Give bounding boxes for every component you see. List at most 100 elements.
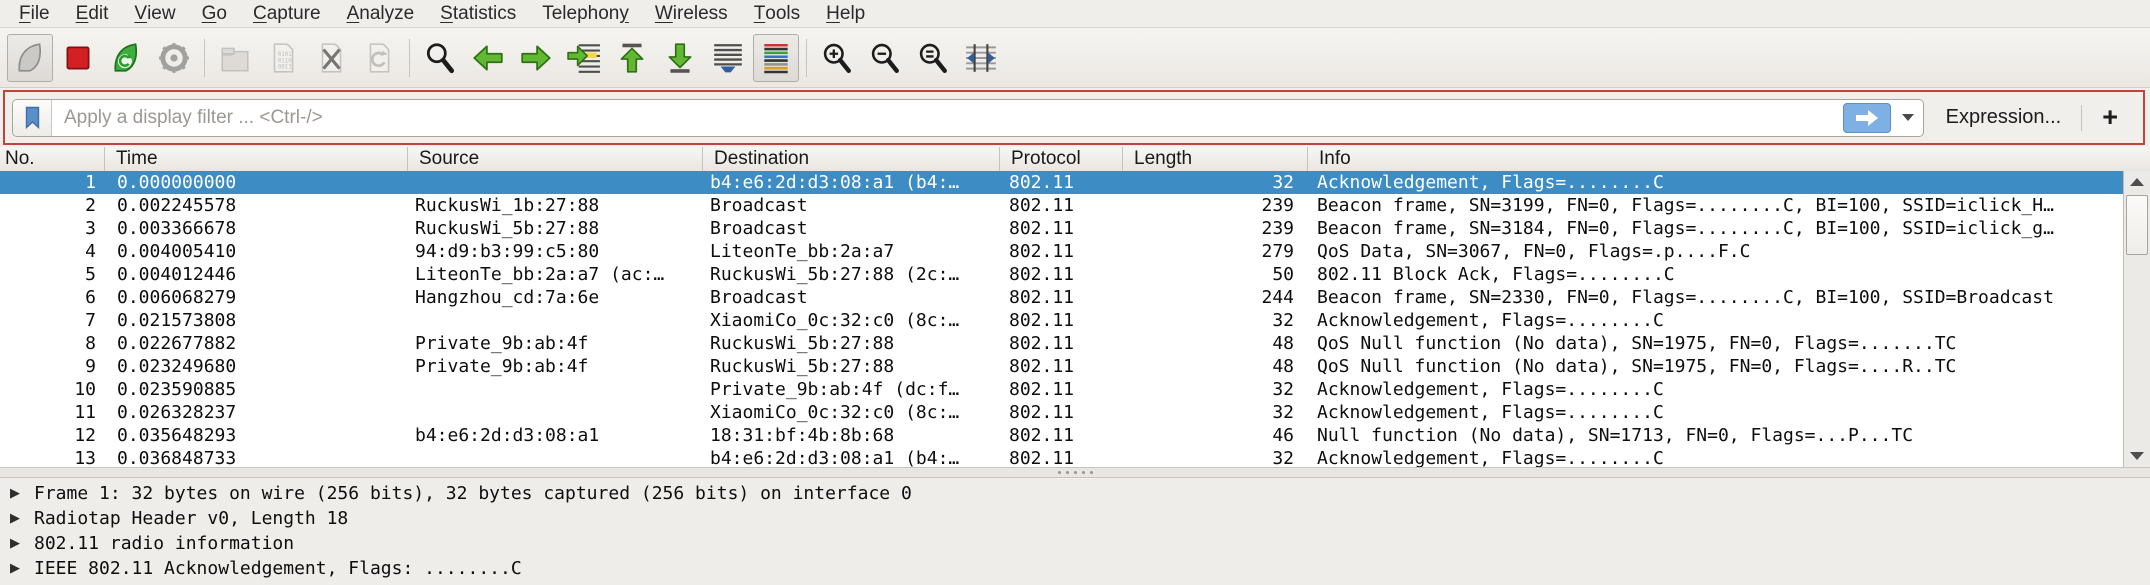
cell-info: QoS Data, SN=3067, FN=0, Flags=.p....F.C [1308, 240, 2123, 263]
capture-options-button[interactable] [151, 34, 197, 82]
table-row[interactable]: 80.022677882Private_9b:ab:4fRuckusWi_5b:… [0, 332, 2123, 355]
menu-edit[interactable]: Edit [63, 0, 122, 27]
menu-wireless[interactable]: Wireless [642, 0, 741, 27]
menu-view[interactable]: View [121, 0, 188, 27]
cell-info: Acknowledgement, Flags=........C [1308, 309, 2123, 332]
cell-protocol: 802.11 [1000, 263, 1123, 286]
table-row[interactable]: 70.021573808XiaomiCo_0c:32:c0 (8c:…802.1… [0, 309, 2123, 332]
zoom-in-button[interactable] [814, 34, 860, 82]
cell-info: Acknowledgement, Flags=........C [1308, 378, 2123, 401]
filter-placeholder[interactable]: Apply a display filter ... <Ctrl-/> [64, 107, 1843, 129]
column-header-source[interactable]: Source [408, 147, 703, 171]
close-file-button [308, 34, 354, 82]
detail-tree-item[interactable]: ▶Frame 1: 32 bytes on wire (256 bits), 3… [0, 481, 2150, 506]
detail-tree-item[interactable]: ▶802.11 radio information [0, 531, 2150, 556]
restart-capture-button[interactable] [103, 34, 149, 82]
expression-button[interactable]: Expression... [1924, 106, 2082, 129]
scrollbar-up-button[interactable] [2124, 171, 2150, 193]
cell-length: 239 [1123, 217, 1308, 240]
cell-destination: Broadcast [703, 194, 1000, 217]
cell-protocol: 802.11 [1000, 355, 1123, 378]
menu-bar: FileEditViewGoCaptureAnalyzeStatisticsTe… [0, 0, 2150, 28]
cell-protocol: 802.11 [1000, 171, 1123, 194]
menu-telephony[interactable]: Telephony [529, 0, 642, 27]
column-header-info[interactable]: Info [1308, 147, 2150, 171]
table-row[interactable]: 60.006068279Hangzhou_cd:7a:6eBroadcast80… [0, 286, 2123, 309]
table-row[interactable]: 110.026328237XiaomiCo_0c:32:c0 (8c:…802.… [0, 401, 2123, 424]
column-header-time[interactable]: Time [105, 147, 408, 171]
expand-arrow-icon[interactable]: ▶ [10, 561, 34, 576]
start-capture-button[interactable] [7, 34, 53, 82]
menu-statistics[interactable]: Statistics [427, 0, 529, 27]
main-toolbar: 0101 0110 0011 [0, 28, 2150, 88]
cell-no: 7 [0, 309, 105, 332]
menu-go[interactable]: Go [189, 0, 240, 27]
cell-length: 279 [1123, 240, 1308, 263]
cell-protocol: 802.11 [1000, 286, 1123, 309]
scrollbar-thumb[interactable] [2126, 195, 2148, 255]
apply-filter-button[interactable] [1843, 103, 1891, 133]
table-row[interactable]: 90.023249680Private_9b:ab:4fRuckusWi_5b:… [0, 355, 2123, 378]
cell-length: 32 [1123, 309, 1308, 332]
table-row[interactable]: 40.00400541094:d9:b3:99:c5:80LiteonTe_bb… [0, 240, 2123, 263]
column-header-length[interactable]: Length [1123, 147, 1308, 171]
filter-bookmark-button[interactable] [13, 100, 52, 136]
cell-length: 46 [1123, 424, 1308, 447]
table-row[interactable]: 10.000000000b4:e6:2d:d3:08:a1 (b4:…802.1… [0, 171, 2123, 194]
menu-tools[interactable]: Tools [741, 0, 813, 27]
previous-packet-button[interactable] [465, 34, 511, 82]
cell-time: 0.004012446 [105, 263, 408, 286]
expand-arrow-icon[interactable]: ▶ [10, 511, 34, 526]
zoom-out-button[interactable] [862, 34, 908, 82]
cell-info: Acknowledgement, Flags=........C [1308, 171, 2123, 194]
table-row[interactable]: 20.002245578RuckusWi_1b:27:88Broadcast80… [0, 194, 2123, 217]
table-row[interactable]: 130.036848733b4:e6:2d:d3:08:a1 (b4:…802.… [0, 447, 2123, 467]
zoom-reset-button[interactable] [910, 34, 956, 82]
auto-scroll-button[interactable] [705, 34, 751, 82]
cell-length: 48 [1123, 332, 1308, 355]
first-packet-button[interactable] [609, 34, 655, 82]
cell-destination: RuckusWi_5b:27:88 [703, 355, 1000, 378]
splitter-handle-icon [1082, 471, 1085, 474]
cell-time: 0.035648293 [105, 424, 408, 447]
search-icon [423, 41, 457, 75]
pane-splitter[interactable] [0, 467, 2150, 478]
resize-columns-button[interactable] [958, 34, 1004, 82]
cell-length: 50 [1123, 263, 1308, 286]
toolbar-separator [806, 39, 807, 77]
zoom-out-icon [868, 41, 902, 75]
detail-tree-item[interactable]: ▶Radiotap Header v0, Length 18 [0, 506, 2150, 531]
last-packet-button[interactable] [657, 34, 703, 82]
display-filter-input[interactable]: Apply a display filter ... <Ctrl-/> [12, 99, 1924, 137]
colorize-packets-button[interactable] [753, 34, 799, 82]
menu-help[interactable]: Help [813, 0, 878, 27]
column-header-protocol[interactable]: Protocol [1000, 147, 1123, 171]
cell-protocol: 802.11 [1000, 240, 1123, 263]
scrollbar-down-button[interactable] [2124, 445, 2150, 467]
add-filter-button[interactable]: + [2082, 102, 2138, 133]
column-header-destination[interactable]: Destination [703, 147, 1000, 171]
cell-destination: LiteonTe_bb:2a:a7 [703, 240, 1000, 263]
table-row[interactable]: 30.003366678RuckusWi_5b:27:88Broadcast80… [0, 217, 2123, 240]
menu-file[interactable]: File [6, 0, 63, 27]
go-to-packet-button[interactable] [561, 34, 607, 82]
cell-info: Null function (No data), SN=1713, FN=0, … [1308, 424, 2123, 447]
detail-item-label: Radiotap Header v0, Length 18 [34, 508, 348, 529]
column-header-no[interactable]: No. [0, 147, 105, 171]
table-row[interactable]: 100.023590885Private_9b:ab:4f (dc:f…802.… [0, 378, 2123, 401]
scroll-down-icon [2130, 452, 2144, 460]
expand-arrow-icon[interactable]: ▶ [10, 486, 34, 501]
menu-analyze[interactable]: Analyze [334, 0, 428, 27]
table-row[interactable]: 120.035648293b4:e6:2d:d3:08:a118:31:bf:4… [0, 424, 2123, 447]
find-packet-button[interactable] [417, 34, 463, 82]
cell-protocol: 802.11 [1000, 401, 1123, 424]
menu-capture[interactable]: Capture [240, 0, 334, 27]
expand-arrow-icon[interactable]: ▶ [10, 536, 34, 551]
table-row[interactable]: 50.004012446LiteonTe_bb:2a:a7 (ac:…Rucku… [0, 263, 2123, 286]
detail-tree-item[interactable]: ▶IEEE 802.11 Acknowledgement, Flags: ...… [0, 556, 2150, 581]
stop-capture-icon [61, 41, 95, 75]
stop-capture-button[interactable] [55, 34, 101, 82]
next-packet-button[interactable] [513, 34, 559, 82]
filter-history-dropdown[interactable] [1897, 100, 1919, 136]
vertical-scrollbar[interactable] [2123, 171, 2150, 467]
